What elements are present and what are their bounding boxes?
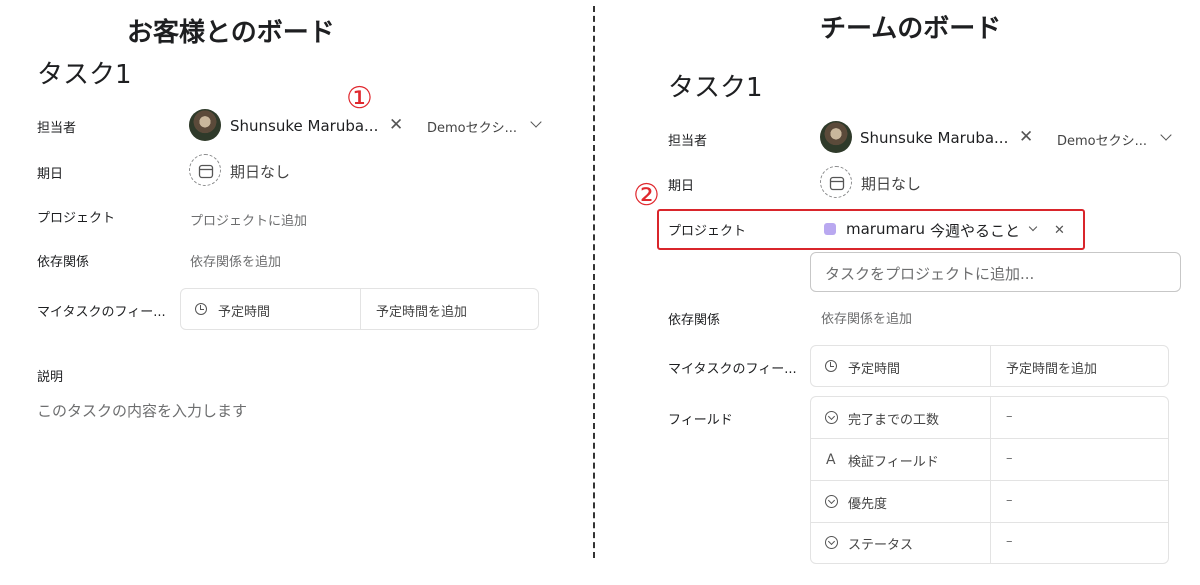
mytask-field-label: マイタスクのフィー... [668,362,797,377]
project-color-swatch [824,223,836,235]
calendar-icon[interactable] [820,166,852,198]
field-name: 検証フィールド [848,455,939,470]
project-section-selector[interactable]: 今週やること [930,220,1020,241]
left-board-heading: お客様とのボード [127,18,335,48]
estimate-field-box: 予定時間 予定時間を追加 [180,288,539,330]
section-selector[interactable]: Demoセクシ... [427,117,517,136]
field-row[interactable]: ステータス – [811,523,1168,565]
remove-project-icon[interactable]: ✕ [1054,222,1065,239]
project-label: プロジェクト [37,211,116,226]
project-name[interactable]: marumaru [846,220,925,238]
estimate-value[interactable]: 予定時間を追加 [376,301,467,320]
add-dependency-link[interactable]: 依存関係を追加 [821,308,912,327]
assignee-name[interactable]: Shunsuke Maruba... [230,117,378,135]
custom-fields-box: 完了までの工数 – A 検証フィールド – 優先度 – ステータス – [810,396,1169,564]
dashed-divider [593,6,595,558]
text-a-icon: A [826,452,836,468]
mytask-field-label: マイタスクのフィー... [37,305,166,320]
task-title[interactable]: タスク1 [37,54,132,91]
clock-icon [825,360,837,372]
circle-chevron-icon [825,495,838,508]
add-project-placeholder: タスクをプロジェクトに追加... [825,265,1035,283]
dependency-label: 依存関係 [668,313,721,328]
chevron-down-icon[interactable] [1160,129,1172,141]
avatar[interactable] [820,121,852,153]
description-label: 説明 [37,370,64,385]
remove-assignee-icon[interactable]: ✕ [389,117,403,134]
project-label: プロジェクト [668,224,747,239]
assignee-label: 担当者 [37,121,77,136]
add-dependency-link[interactable]: 依存関係を追加 [190,251,281,270]
field-value[interactable]: – [1006,534,1013,549]
circle-chevron-icon [825,411,838,424]
estimate-label: 予定時間 [848,362,901,377]
chevron-down-icon[interactable] [530,116,542,128]
assignee-label: 担当者 [668,134,708,149]
remove-assignee-icon[interactable]: ✕ [1019,129,1033,146]
estimate-value[interactable]: 予定時間を追加 [1006,358,1097,377]
due-value[interactable]: 期日なし [230,161,290,182]
marker-2: ② [633,178,660,213]
fields-label: フィールド [668,413,733,428]
estimate-field-box: 予定時間 予定時間を追加 [810,345,1169,387]
avatar[interactable] [189,109,221,141]
clock-icon [195,303,207,315]
estimate-label: 予定時間 [218,305,271,320]
field-row[interactable]: 完了までの工数 – [811,397,1168,439]
field-row[interactable]: A 検証フィールド – [811,439,1168,481]
add-project-input[interactable]: タスクをプロジェクトに追加... [810,252,1181,292]
marker-1: ① [346,81,373,116]
circle-chevron-icon [825,536,838,549]
due-label: 期日 [37,167,64,182]
dependency-label: 依存関係 [37,255,90,270]
field-value[interactable]: – [1006,451,1013,466]
field-row[interactable]: 優先度 – [811,481,1168,523]
add-project-link[interactable]: プロジェクトに追加 [190,210,307,229]
field-name: ステータス [848,538,914,553]
due-label: 期日 [668,179,695,194]
task-title[interactable]: タスク1 [668,67,763,104]
right-board-heading: チームのボード [820,14,1002,44]
field-value[interactable]: – [1006,409,1013,424]
due-value[interactable]: 期日なし [861,173,921,194]
assignee-name[interactable]: Shunsuke Maruba... [860,129,1008,147]
field-name: 完了までの工数 [848,413,940,428]
description-input[interactable]: このタスクの内容を入力します [37,400,247,421]
field-value[interactable]: – [1006,493,1013,508]
section-selector[interactable]: Demoセクシ... [1057,130,1147,149]
field-name: 優先度 [848,497,888,512]
calendar-icon[interactable] [189,154,221,186]
